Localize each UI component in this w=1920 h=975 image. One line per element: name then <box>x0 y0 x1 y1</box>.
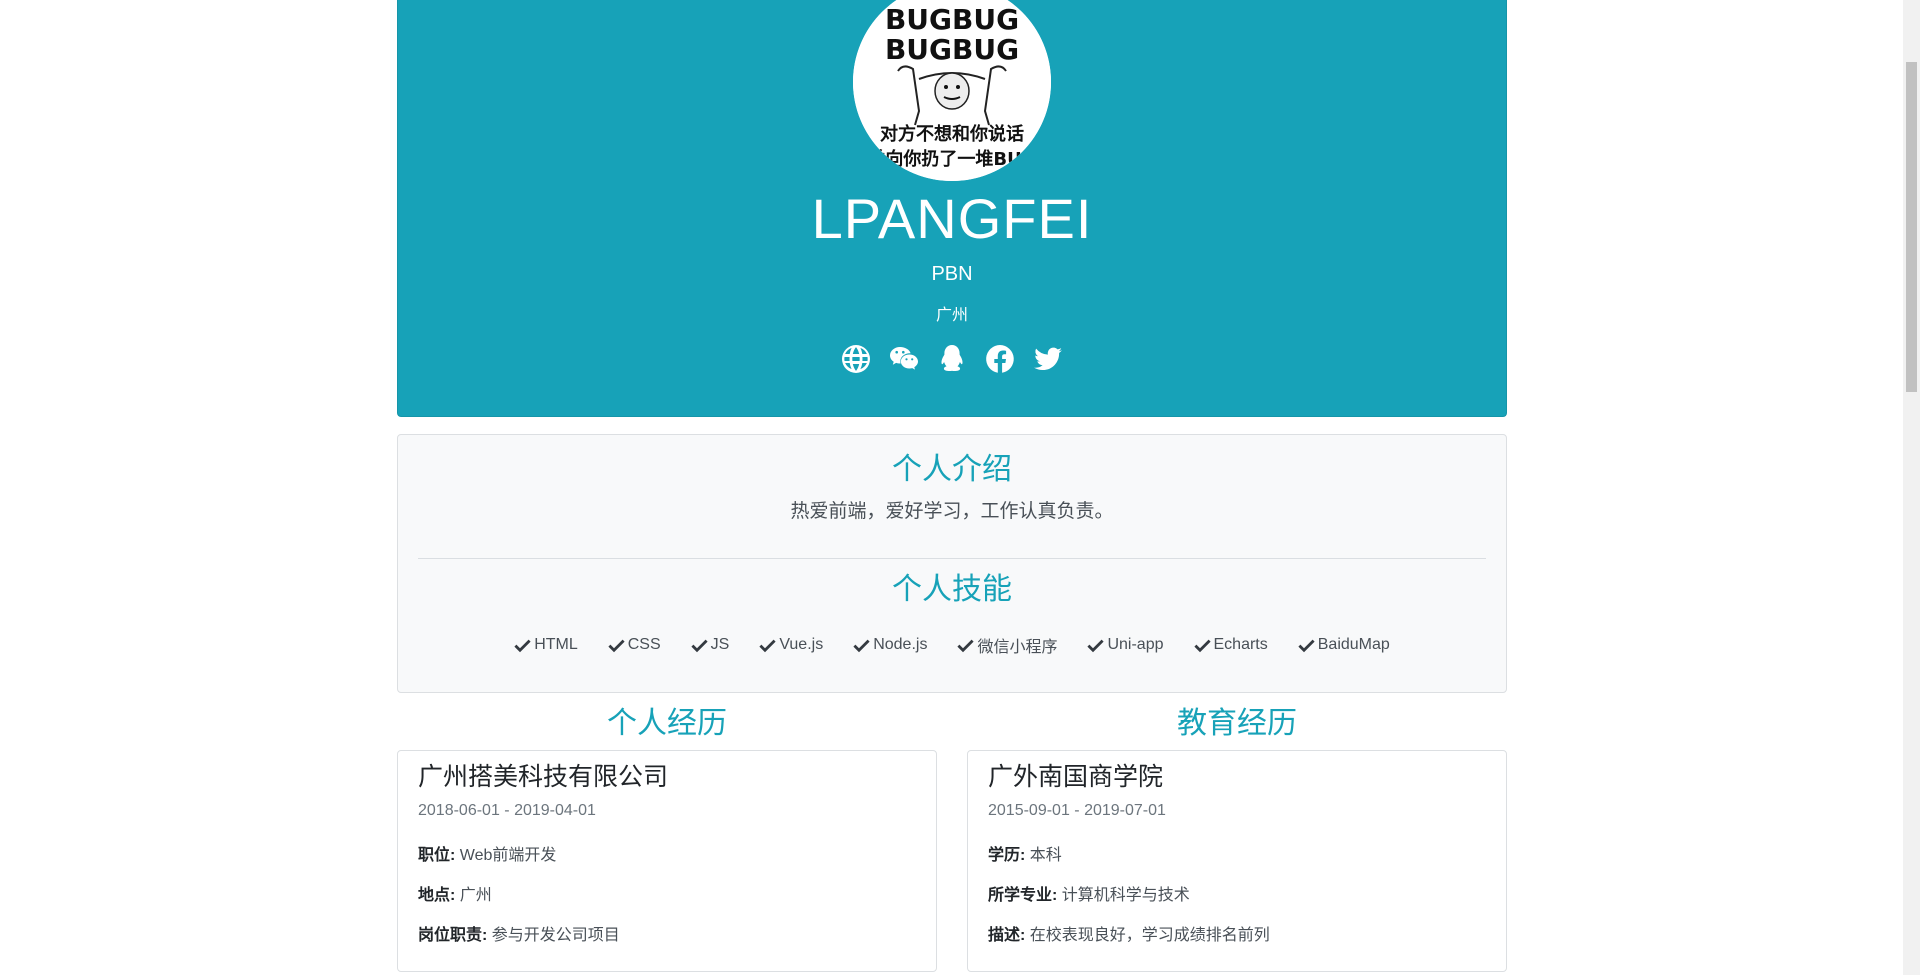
location-label: 地点: <box>418 887 456 904</box>
profile-city: 广州 <box>935 307 968 324</box>
svg-text:BUGBUG: BUGBUG <box>885 3 1019 36</box>
check-icon <box>608 639 625 652</box>
twitter-icon[interactable] <box>1031 342 1065 376</box>
experience-duty: 岗位职责: 参与开发公司项目 <box>418 921 620 945</box>
skill-item: Uni-app <box>1087 633 1164 657</box>
education-card: 广外南国商学院 2015-09-01 - 2019-07-01 学历: 本科 所… <box>967 750 1507 972</box>
degree-value: 本科 <box>1029 847 1062 864</box>
education-degree: 学历: 本科 <box>988 841 1062 865</box>
position-value: Web前端开发 <box>459 847 557 864</box>
desc-label: 描述: <box>988 927 1026 944</box>
experience-card: 广州搭美科技有限公司 2018-06-01 - 2019-04-01 职位: W… <box>397 750 937 972</box>
skill-item: Node.js <box>853 633 927 657</box>
skill-item: JS <box>691 633 730 657</box>
skill-label: Echarts <box>1213 636 1268 653</box>
skill-label: Vue.js <box>779 636 824 653</box>
check-icon <box>514 639 531 652</box>
school-name: 广外南国商学院 <box>988 763 1164 791</box>
experience-date: 2018-06-01 - 2019-04-01 <box>418 802 596 819</box>
degree-label: 学历: <box>988 847 1026 864</box>
globe-icon[interactable] <box>839 342 873 376</box>
profile-header: BUG BUGBUG BUGBUG 对方不想和你说话 并向你扔了一堆BUG LP… <box>397 0 1507 417</box>
skill-item: Vue.js <box>759 633 823 657</box>
svg-text:对方不想和你说话: 对方不想和你说话 <box>880 123 1024 145</box>
intro-skills-card: 个人介绍 热爱前端，爱好学习，工作认真负责。 个人技能 HTML CSS JS Vue… <box>397 434 1507 693</box>
skill-item: HTML <box>514 633 578 657</box>
skill-item: 微信小程序 <box>957 633 1057 657</box>
skill-label: HTML <box>534 636 578 653</box>
skill-item: Echarts <box>1193 633 1268 657</box>
education-date: 2015-09-01 - 2019-07-01 <box>988 802 1166 819</box>
profile-role: PBN <box>931 263 973 285</box>
skill-label: JS <box>710 636 730 653</box>
location-value: 广州 <box>459 887 492 904</box>
major-value: 计算机科学与技术 <box>1061 887 1190 904</box>
check-icon <box>1087 639 1105 652</box>
skill-item: BaiduMap <box>1298 633 1390 657</box>
major-label: 所学专业: <box>988 887 1058 904</box>
check-icon <box>957 639 975 652</box>
check-icon <box>691 639 708 652</box>
duty-label: 岗位职责: <box>418 927 488 944</box>
education-desc: 描述: 在校表现良好，学习成绩排名前列 <box>988 921 1270 945</box>
facebook-icon[interactable] <box>983 342 1017 376</box>
skills-list: HTML CSS JS Vue.js Node.js 微信小程序 Uni-app Echart… <box>398 633 1506 657</box>
company-name: 广州搭美科技有限公司 <box>418 763 669 791</box>
wechat-icon[interactable] <box>887 342 921 376</box>
education-title: 教育经历 <box>1177 707 1297 740</box>
divider <box>418 558 1486 559</box>
check-icon <box>853 639 870 652</box>
check-icon <box>1193 639 1211 652</box>
check-icon <box>1298 639 1315 652</box>
profile-name: LPANGFEI <box>811 187 1093 250</box>
experience-position: 职位: Web前端开发 <box>418 841 556 865</box>
page-scrollbar[interactable] <box>1903 0 1920 975</box>
intro-title: 个人介绍 <box>892 453 1012 486</box>
skill-label: Uni-app <box>1107 636 1164 653</box>
position-label: 职位: <box>418 847 456 864</box>
skill-label: BaiduMap <box>1317 636 1390 653</box>
desc-value: 在校表现良好，学习成绩排名前列 <box>1029 927 1270 944</box>
experience-title: 个人经历 <box>607 707 727 740</box>
education-major: 所学专业: 计算机科学与技术 <box>988 881 1190 905</box>
svg-text:BUGBUG: BUGBUG <box>885 33 1019 66</box>
skill-label: 微信小程序 <box>977 639 1058 656</box>
check-icon <box>759 639 776 652</box>
avatar: BUG BUGBUG BUGBUG 对方不想和你说话 并向你扔了一堆BUG <box>853 0 1051 181</box>
qq-icon[interactable] <box>935 342 969 376</box>
skill-item: CSS <box>608 633 661 657</box>
skill-label: CSS <box>627 636 661 653</box>
scrollbar-thumb[interactable] <box>1906 62 1917 392</box>
skill-label: Node.js <box>873 636 928 653</box>
duty-value: 参与开发公司项目 <box>491 927 620 944</box>
social-links <box>398 342 1506 382</box>
svg-text:并向你扔了一堆BUG: 并向你扔了一堆BUG <box>867 148 1036 170</box>
skills-title: 个人技能 <box>892 573 1012 606</box>
experience-location: 地点: 广州 <box>418 881 492 905</box>
intro-text: 热爱前端，爱好学习，工作认真负责。 <box>790 501 1114 522</box>
